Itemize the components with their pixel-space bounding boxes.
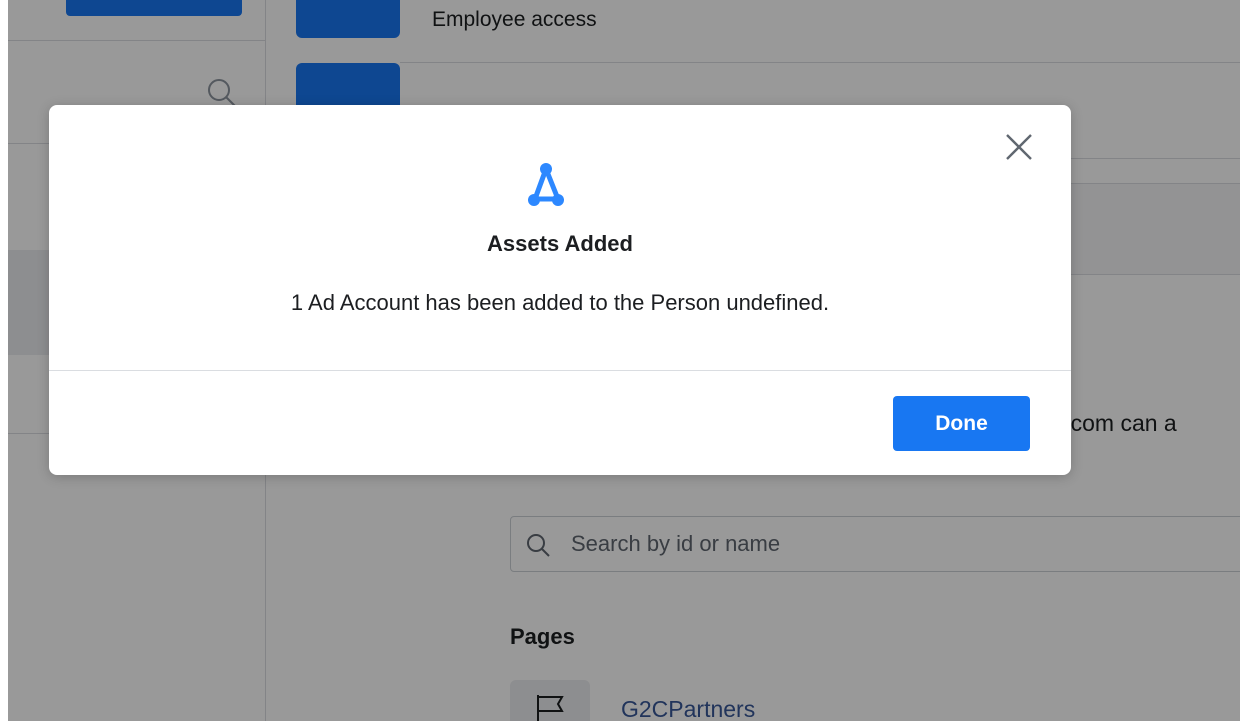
close-icon[interactable] <box>1002 130 1036 164</box>
dialog-title: Assets Added <box>487 231 633 256</box>
window-edge <box>0 0 8 721</box>
dialog-divider <box>49 370 1071 371</box>
dialog-message: 1 Ad Account has been added to the Perso… <box>290 290 830 315</box>
done-button[interactable]: Done <box>893 396 1030 451</box>
asset-network-icon <box>527 161 565 216</box>
assets-added-dialog: Assets Added 1 Ad Account has been added… <box>49 105 1071 475</box>
window-edge <box>1240 0 1247 721</box>
